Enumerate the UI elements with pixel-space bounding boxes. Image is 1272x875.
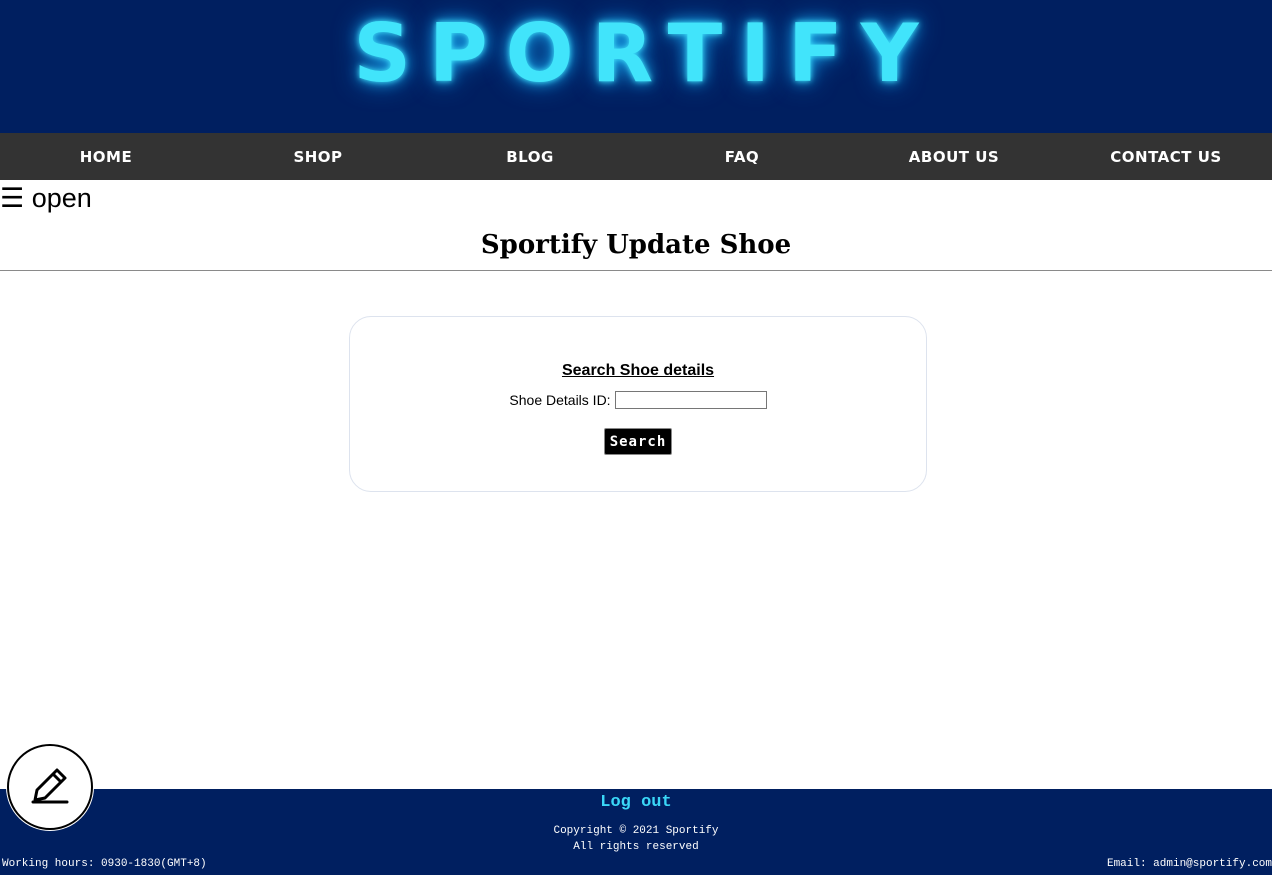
shoe-id-row: Shoe Details ID: <box>350 391 926 409</box>
logout-link[interactable]: Log out <box>0 793 1272 812</box>
nav-home[interactable]: HOME <box>0 133 212 180</box>
edit-button[interactable] <box>7 744 93 830</box>
title-divider <box>0 270 1272 271</box>
search-card: Search Shoe details Shoe Details ID: Sea… <box>349 316 927 492</box>
working-hours: Working hours: 0930-1830(GMT+8) <box>2 858 207 870</box>
contact-email: Email: admin@sportify.com <box>1106 858 1272 870</box>
page: SPORTIFY HOME SHOP BLOG FAQ ABOUT US CON… <box>0 0 1272 875</box>
site-header: SPORTIFY <box>0 0 1272 133</box>
sidebar-open-toggle[interactable]: ☰ open <box>0 183 92 214</box>
search-button[interactable]: Search <box>604 428 672 455</box>
nav-contact-us[interactable]: CONTACT US <box>1060 133 1272 180</box>
nav-blog[interactable]: BLOG <box>424 133 636 180</box>
rights-line: All rights reserved <box>573 841 699 853</box>
pencil-icon <box>31 768 69 804</box>
sportify-logo[interactable]: SPORTIFY <box>0 8 1272 100</box>
nav-shop[interactable]: SHOP <box>212 133 424 180</box>
main-nav: HOME SHOP BLOG FAQ ABOUT US CONTACT US <box>0 133 1272 180</box>
page-title: Sportify Update Shoe <box>480 230 792 260</box>
copyright-line: Copyright © 2021 Sportify <box>553 825 719 837</box>
copyright: Copyright © 2021 Sportify All rights res… <box>0 823 1272 855</box>
search-heading: Search Shoe details <box>561 362 715 379</box>
nav-faq[interactable]: FAQ <box>636 133 848 180</box>
shoe-id-input[interactable] <box>614 391 767 409</box>
shoe-id-label: Shoe Details ID: <box>509 392 611 408</box>
nav-about-us[interactable]: ABOUT US <box>848 133 1060 180</box>
site-footer: Log out Copyright © 2021 Sportify All ri… <box>0 789 1272 875</box>
